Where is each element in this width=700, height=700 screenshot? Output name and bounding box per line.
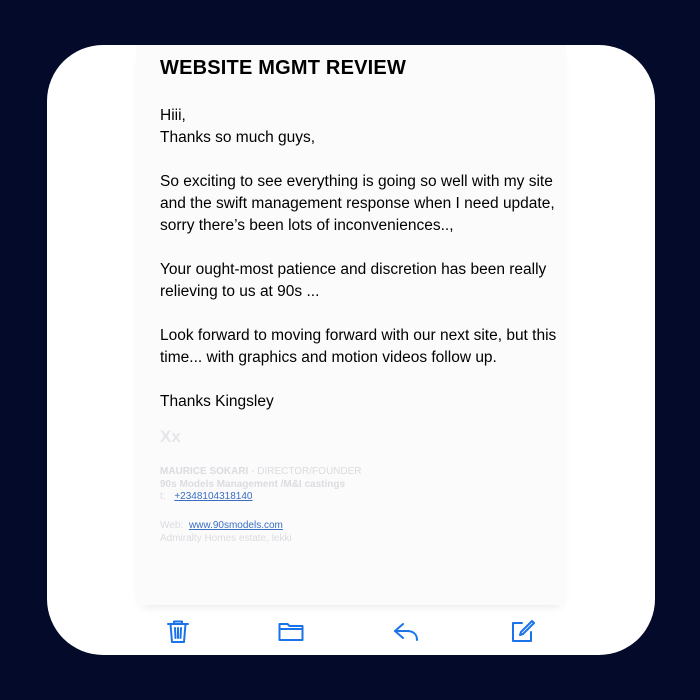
signature-title: DIRECTOR/FOUNDER <box>257 466 362 477</box>
signature-web-line: Web: www.90smodels.com <box>160 520 283 531</box>
signature-company: 90s Models Management /M&I castings <box>160 479 346 490</box>
signature-phone-line: t: +2348104318140 <box>160 491 252 502</box>
signature-phone-prefix: t: <box>160 491 166 502</box>
reply-icon <box>394 623 418 641</box>
email-body: Hiii, Thanks so much guys, So exciting t… <box>160 105 560 435</box>
compose-icon <box>512 620 535 642</box>
email-closing: Thanks Kingsley <box>160 393 274 410</box>
signature-website-link[interactable]: www.90smodels.com <box>189 520 283 531</box>
move-to-folder-button[interactable] <box>277 617 305 645</box>
email-signoff: Xx <box>160 427 181 446</box>
signature-address: Admiralty Homes estate, lekki <box>160 533 292 544</box>
signature-web-prefix: Web: <box>160 520 184 531</box>
trash-icon <box>167 620 189 643</box>
email-paragraph-1: So exciting to see everything is going s… <box>160 173 555 234</box>
email-greeting: Hiii, <box>160 107 186 124</box>
compose-button[interactable] <box>508 617 536 645</box>
mail-toolbar <box>136 611 566 655</box>
email-paragraph-3: Look forward to moving forward with our … <box>160 327 557 366</box>
signature-name: MAURICE SOKARI <box>160 466 249 477</box>
mail-card: WEBSITE MGMT REVIEW Hiii, Thanks so much… <box>47 45 655 655</box>
reply-button[interactable] <box>392 617 420 645</box>
email-paragraph-2: Your ought-most patience and discretion … <box>160 261 547 300</box>
folder-icon <box>278 623 304 641</box>
email-thanks-line: Thanks so much guys, <box>160 129 316 146</box>
signature-phone-link[interactable]: +2348104318140 <box>174 491 252 502</box>
signature-name-line: MAURICE SOKARI - DIRECTOR/FOUNDER <box>160 466 362 477</box>
email-subject: WEBSITE MGMT REVIEW <box>160 57 407 79</box>
delete-button[interactable] <box>164 617 192 645</box>
